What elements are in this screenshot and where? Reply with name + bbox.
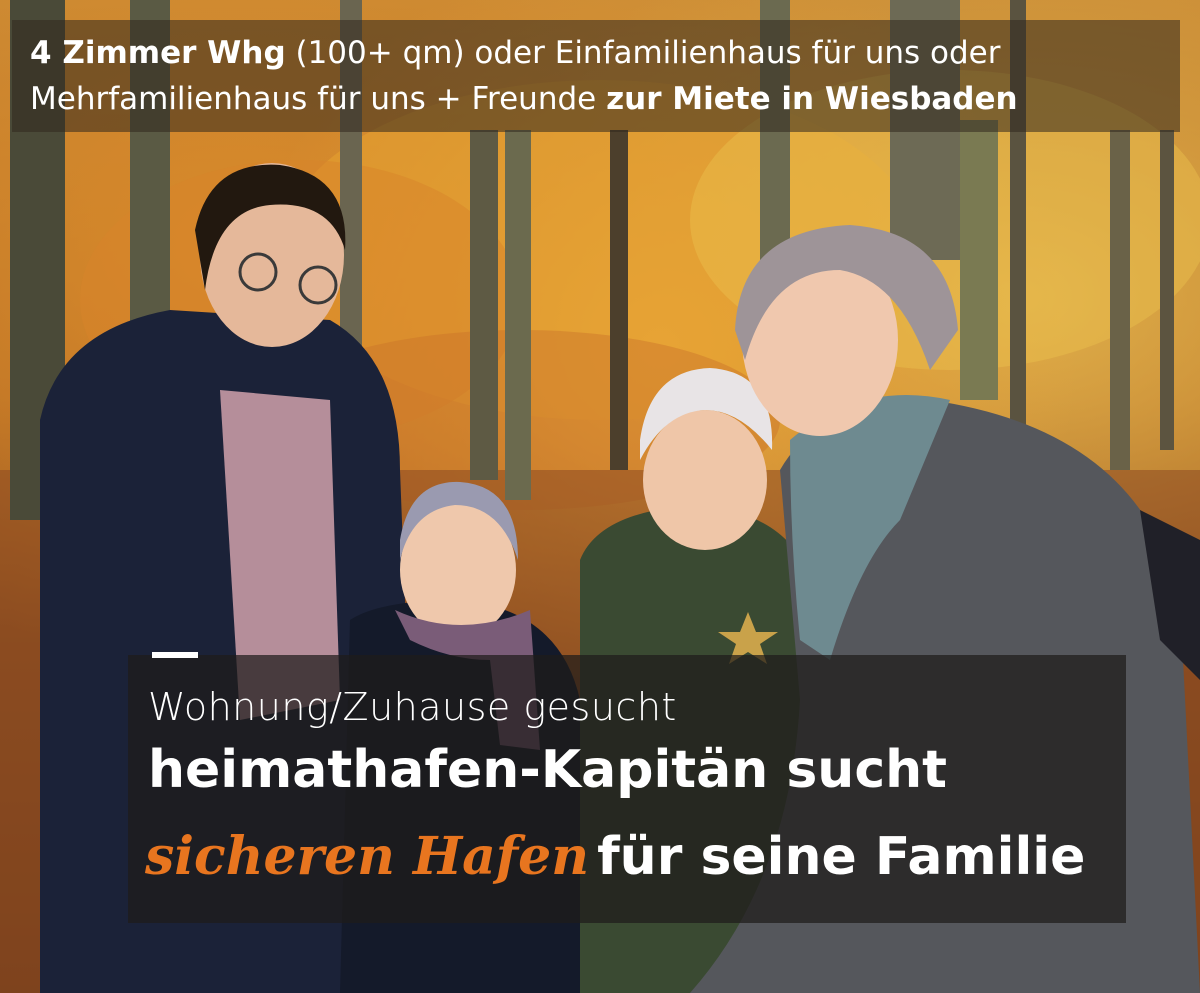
headline-line1: heimathafen-Kapitän sucht [148,740,948,800]
subtitle: Wohnung/Zuhause gesucht [148,685,677,729]
headline-accent: sicheren Hafen [145,826,590,887]
photo-scene: 4 Zimmer Whg (100+ qm) oder Einfamilienh… [0,0,1200,993]
headline-line2-rest: für seine Familie [597,827,1086,887]
top-caption: 4 Zimmer Whg (100+ qm) oder Einfamilienh… [30,30,1170,122]
headline-line2: sicheren Hafen für seine Familie [145,826,1085,887]
top-caption-line2-bold: zur Miete in Wiesbaden [606,81,1018,117]
top-caption-line2-rest: Mehrfamilienhaus für uns + Freunde [30,81,607,117]
top-caption-line1-rest: (100+ qm) oder Einfamilienhaus für uns o… [285,35,1001,71]
top-caption-line1-bold: 4 Zimmer Whg [30,35,286,71]
accent-dash [152,652,198,658]
